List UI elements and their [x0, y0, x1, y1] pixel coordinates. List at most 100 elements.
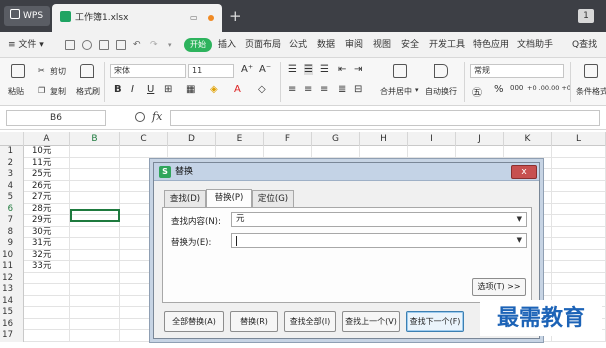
- align-bottom-icon[interactable]: ☰: [320, 64, 329, 75]
- close-button[interactable]: x: [511, 165, 537, 179]
- find-previous-button[interactable]: 查找上一个(V): [342, 311, 400, 332]
- column-header-k[interactable]: K: [504, 132, 552, 146]
- grow-font-button[interactable]: A⁺: [241, 64, 253, 75]
- currency-icon[interactable]: ㊄: [472, 84, 482, 99]
- row-header-17[interactable]: 17: [0, 330, 24, 342]
- selected-cell-b6[interactable]: [70, 209, 120, 222]
- decrease-indent-icon[interactable]: ⇤: [338, 64, 346, 75]
- italic-button[interactable]: I: [131, 84, 134, 95]
- merge-dropdown-icon[interactable]: ▾: [415, 86, 419, 94]
- percent-button[interactable]: %: [494, 84, 504, 95]
- redo-icon[interactable]: ↷: [150, 32, 158, 58]
- number-format-select[interactable]: 常规: [470, 64, 564, 78]
- tab-doc-assistant[interactable]: 文档助手: [517, 32, 553, 58]
- cell-a5[interactable]: 27元: [24, 192, 70, 204]
- column-header-a[interactable]: A: [24, 132, 70, 146]
- column-header-l[interactable]: L: [552, 132, 606, 146]
- insert-function-button[interactable]: fx: [152, 110, 162, 123]
- row-header-15[interactable]: 15: [0, 307, 24, 319]
- options-button[interactable]: 选项(T) >>: [472, 278, 526, 296]
- column-header-d[interactable]: D: [168, 132, 216, 146]
- zoom-icon[interactable]: [135, 112, 145, 122]
- column-header-i[interactable]: I: [408, 132, 456, 146]
- dialog-title-bar[interactable]: S 替换 x: [154, 163, 539, 181]
- tab-replace[interactable]: 替换(P): [206, 189, 252, 207]
- save-icon[interactable]: [65, 40, 75, 50]
- row-header-3[interactable]: 3: [0, 169, 24, 181]
- cell-a3[interactable]: 25元: [24, 169, 70, 181]
- row-header-9[interactable]: 9: [0, 238, 24, 250]
- decrease-decimal-button[interactable]: .00 +0: [549, 84, 571, 92]
- font-size-select[interactable]: 11: [188, 64, 234, 78]
- increase-indent-icon[interactable]: ⇥: [354, 64, 362, 75]
- row-header-1[interactable]: 1: [0, 146, 24, 158]
- tab-find[interactable]: 查找(D): [164, 190, 206, 207]
- cell-a2[interactable]: 11元: [24, 158, 70, 170]
- wps-home-tab[interactable]: WPS: [4, 6, 50, 26]
- print-icon[interactable]: [99, 40, 109, 50]
- row-header-4[interactable]: 4: [0, 180, 24, 192]
- wrap-text-button[interactable]: 自动换行: [425, 86, 457, 97]
- underline-button[interactable]: U: [147, 84, 154, 95]
- align-middle-icon[interactable]: ☰: [304, 64, 313, 75]
- font-name-select[interactable]: 宋体: [110, 64, 186, 78]
- cell-a4[interactable]: 26元: [24, 181, 70, 193]
- cell-a11[interactable]: 33元: [24, 261, 70, 273]
- document-tab[interactable]: 工作簿1.xlsx ▭: [52, 4, 222, 32]
- border-icon[interactable]: ⊞: [164, 84, 172, 95]
- row-header-12[interactable]: 12: [0, 272, 24, 284]
- cell-shading-icon[interactable]: ▦: [186, 84, 195, 95]
- name-box[interactable]: B6: [6, 110, 106, 126]
- increase-decimal-button[interactable]: +0 .00: [527, 84, 549, 92]
- tab-data[interactable]: 数据: [317, 32, 335, 58]
- cut-button[interactable]: 剪切: [50, 66, 66, 77]
- cell-a9[interactable]: 31元: [24, 238, 70, 250]
- cell-a10[interactable]: 32元: [24, 250, 70, 262]
- column-header-e[interactable]: E: [216, 132, 264, 146]
- justify-icon[interactable]: ≣: [338, 84, 346, 95]
- row-header-2[interactable]: 2: [0, 157, 24, 169]
- wrap-text-icon[interactable]: [434, 64, 448, 78]
- row-header-13[interactable]: 13: [0, 284, 24, 296]
- merge-center-button[interactable]: 合并居中: [380, 86, 412, 97]
- row-header-16[interactable]: 16: [0, 318, 24, 330]
- find-dropdown-icon[interactable]: ▼: [517, 213, 522, 226]
- row-header-8[interactable]: 8: [0, 226, 24, 238]
- copy-button[interactable]: 复制: [50, 86, 66, 97]
- format-painter-button[interactable]: 格式刷: [76, 86, 100, 97]
- column-header-h[interactable]: H: [360, 132, 408, 146]
- formula-input[interactable]: [170, 110, 600, 126]
- tab-goto[interactable]: 定位(G): [252, 190, 294, 207]
- tab-view[interactable]: 视图: [373, 32, 391, 58]
- find-next-button[interactable]: 查找下一个(F): [406, 311, 464, 332]
- copy-icon[interactable]: ❐: [38, 86, 45, 95]
- column-header-j[interactable]: J: [456, 132, 504, 146]
- format-painter-icon[interactable]: [80, 64, 94, 78]
- replace-button[interactable]: 替换(R): [230, 311, 278, 332]
- tab-insert[interactable]: 插入: [218, 32, 236, 58]
- conditional-format-icon[interactable]: [584, 64, 598, 78]
- distributed-icon[interactable]: ⊟: [354, 84, 362, 95]
- undo-icon[interactable]: ↶: [133, 32, 141, 58]
- row-header-11[interactable]: 11: [0, 261, 24, 273]
- replace-dropdown-icon[interactable]: ▼: [517, 234, 522, 247]
- select-all-corner[interactable]: [0, 132, 24, 146]
- column-header-f[interactable]: F: [264, 132, 312, 146]
- row-header-7[interactable]: 7: [0, 215, 24, 227]
- replace-input[interactable]: ▼: [231, 233, 527, 248]
- search-command[interactable]: Q查找: [572, 32, 597, 58]
- cell-a1[interactable]: 10元: [24, 146, 70, 158]
- tab-formulas[interactable]: 公式: [289, 32, 307, 58]
- tab-developer[interactable]: 开发工具: [429, 32, 465, 58]
- column-header-b[interactable]: B: [70, 132, 120, 146]
- tab-home[interactable]: 开始: [184, 38, 212, 52]
- row-header-10[interactable]: 10: [0, 249, 24, 261]
- find-input[interactable]: 元 ▼: [231, 212, 527, 227]
- cell-a8[interactable]: 30元: [24, 227, 70, 239]
- conditional-format-button[interactable]: 条件格式: [576, 86, 606, 97]
- output-pdf-icon[interactable]: [82, 40, 92, 50]
- bold-button[interactable]: B: [114, 84, 122, 95]
- row-header-14[interactable]: 14: [0, 295, 24, 307]
- tab-restore-icon[interactable]: ▭: [190, 4, 198, 32]
- align-left-icon[interactable]: ≡: [288, 84, 296, 95]
